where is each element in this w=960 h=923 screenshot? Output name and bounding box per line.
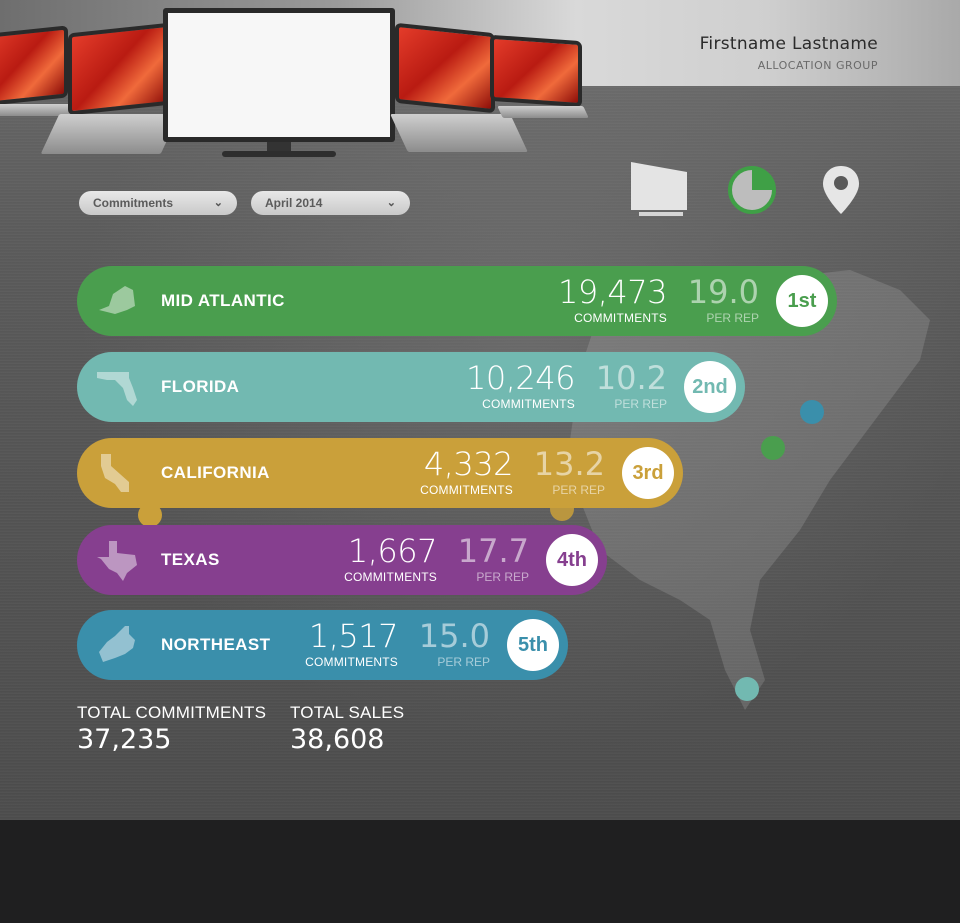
commitments-value: 1,517 <box>308 617 399 655</box>
map-dot-mid-atlantic[interactable] <box>761 436 785 460</box>
metric-dropdown-value: Commitments <box>93 196 174 210</box>
region-name: TEXAS <box>161 550 220 569</box>
per-rep-label: PER REP <box>437 655 490 669</box>
commitments-value: 19,473 <box>558 273 667 311</box>
commitments-value: 1,667 <box>347 532 438 570</box>
footer-band <box>0 820 960 923</box>
per-rep-label: PER REP <box>476 570 529 584</box>
rank-badge: 4th <box>546 534 598 586</box>
rank-badge: 1st <box>776 275 828 327</box>
rank-badge: 3rd <box>622 447 674 499</box>
chevron-down-icon: ⌄ <box>386 197 396 209</box>
ranking-bar-california[interactable]: CALIFORNIA 4,332 COMMITMENTS 13.2 PER RE… <box>77 438 683 508</box>
ranking-bar-florida[interactable]: FLORIDA 10,246 COMMITMENTS 10.2 PER REP … <box>77 352 745 422</box>
region-name: CALIFORNIA <box>161 463 270 482</box>
region-name: MID ATLANTIC <box>161 291 285 310</box>
ranking-bar-northeast[interactable]: NORTHEAST 1,517 COMMITMENTS 15.0 PER REP… <box>77 610 568 680</box>
commitments-label: COMMITMENTS <box>420 483 513 497</box>
user-name: Firstname Lastname <box>699 34 878 54</box>
region-name: FLORIDA <box>161 377 240 396</box>
commitments-value: 10,246 <box>466 359 575 397</box>
device-icon[interactable] <box>629 160 689 218</box>
period-dropdown-value: April 2014 <box>265 196 323 210</box>
texas-state-icon <box>97 541 137 581</box>
rank-badge: 2nd <box>684 361 736 413</box>
region-name: NORTHEAST <box>161 635 271 654</box>
ranking-bar-texas[interactable]: TEXAS 1,667 COMMITMENTS 17.7 PER REP 4th <box>77 525 607 595</box>
florida-state-icon <box>97 372 137 406</box>
laptop-left <box>40 22 180 154</box>
chevron-down-icon: ⌄ <box>213 197 223 209</box>
dashboard-background: Firstname Lastname ALLOCATION GROUP Comm… <box>0 0 960 820</box>
total-sales: TOTAL SALES 38,608 <box>290 703 404 755</box>
northeast-states-icon <box>99 626 135 662</box>
map-pin-icon[interactable] <box>820 164 862 216</box>
per-rep-value: 17.7 <box>457 532 529 570</box>
per-rep-label: PER REP <box>706 311 759 325</box>
rank-badge: 5th <box>507 619 559 671</box>
monitor-foot <box>222 151 336 157</box>
metric-dropdown[interactable]: Commitments ⌄ <box>79 191 237 215</box>
per-rep-value: 13.2 <box>533 445 605 483</box>
total-commitments-value: 37,235 <box>77 724 172 755</box>
map-dot-northeast[interactable] <box>800 400 824 424</box>
period-dropdown[interactable]: April 2014 ⌄ <box>251 191 410 215</box>
total-commitments: TOTAL COMMITMENTS 37,235 <box>77 703 266 755</box>
total-sales-label: TOTAL SALES <box>290 703 405 722</box>
total-commitments-label: TOTAL COMMITMENTS <box>77 703 267 722</box>
commitments-value: 4,332 <box>423 445 514 483</box>
laptop-far-right <box>490 34 600 118</box>
per-rep-label: PER REP <box>552 483 605 497</box>
per-rep-value: 15.0 <box>418 617 490 655</box>
commitments-label: COMMITMENTS <box>574 311 667 325</box>
per-rep-value: 19.0 <box>687 273 759 311</box>
per-rep-value: 10.2 <box>595 359 667 397</box>
per-rep-label: PER REP <box>614 397 667 411</box>
new-york-state-icon <box>99 286 135 314</box>
commitments-label: COMMITMENTS <box>305 655 398 669</box>
map-dot-florida[interactable] <box>735 677 759 701</box>
user-group: ALLOCATION GROUP <box>757 59 878 72</box>
total-sales-value: 38,608 <box>290 724 385 755</box>
ranking-bar-mid-atlantic[interactable]: MID ATLANTIC 19,473 COMMITMENTS 19.0 PER… <box>77 266 837 336</box>
commitments-label: COMMITMENTS <box>482 397 575 411</box>
monitor-device <box>163 8 395 142</box>
commitments-label: COMMITMENTS <box>344 570 437 584</box>
pie-chart-icon[interactable] <box>726 164 778 216</box>
california-state-icon <box>101 454 129 492</box>
